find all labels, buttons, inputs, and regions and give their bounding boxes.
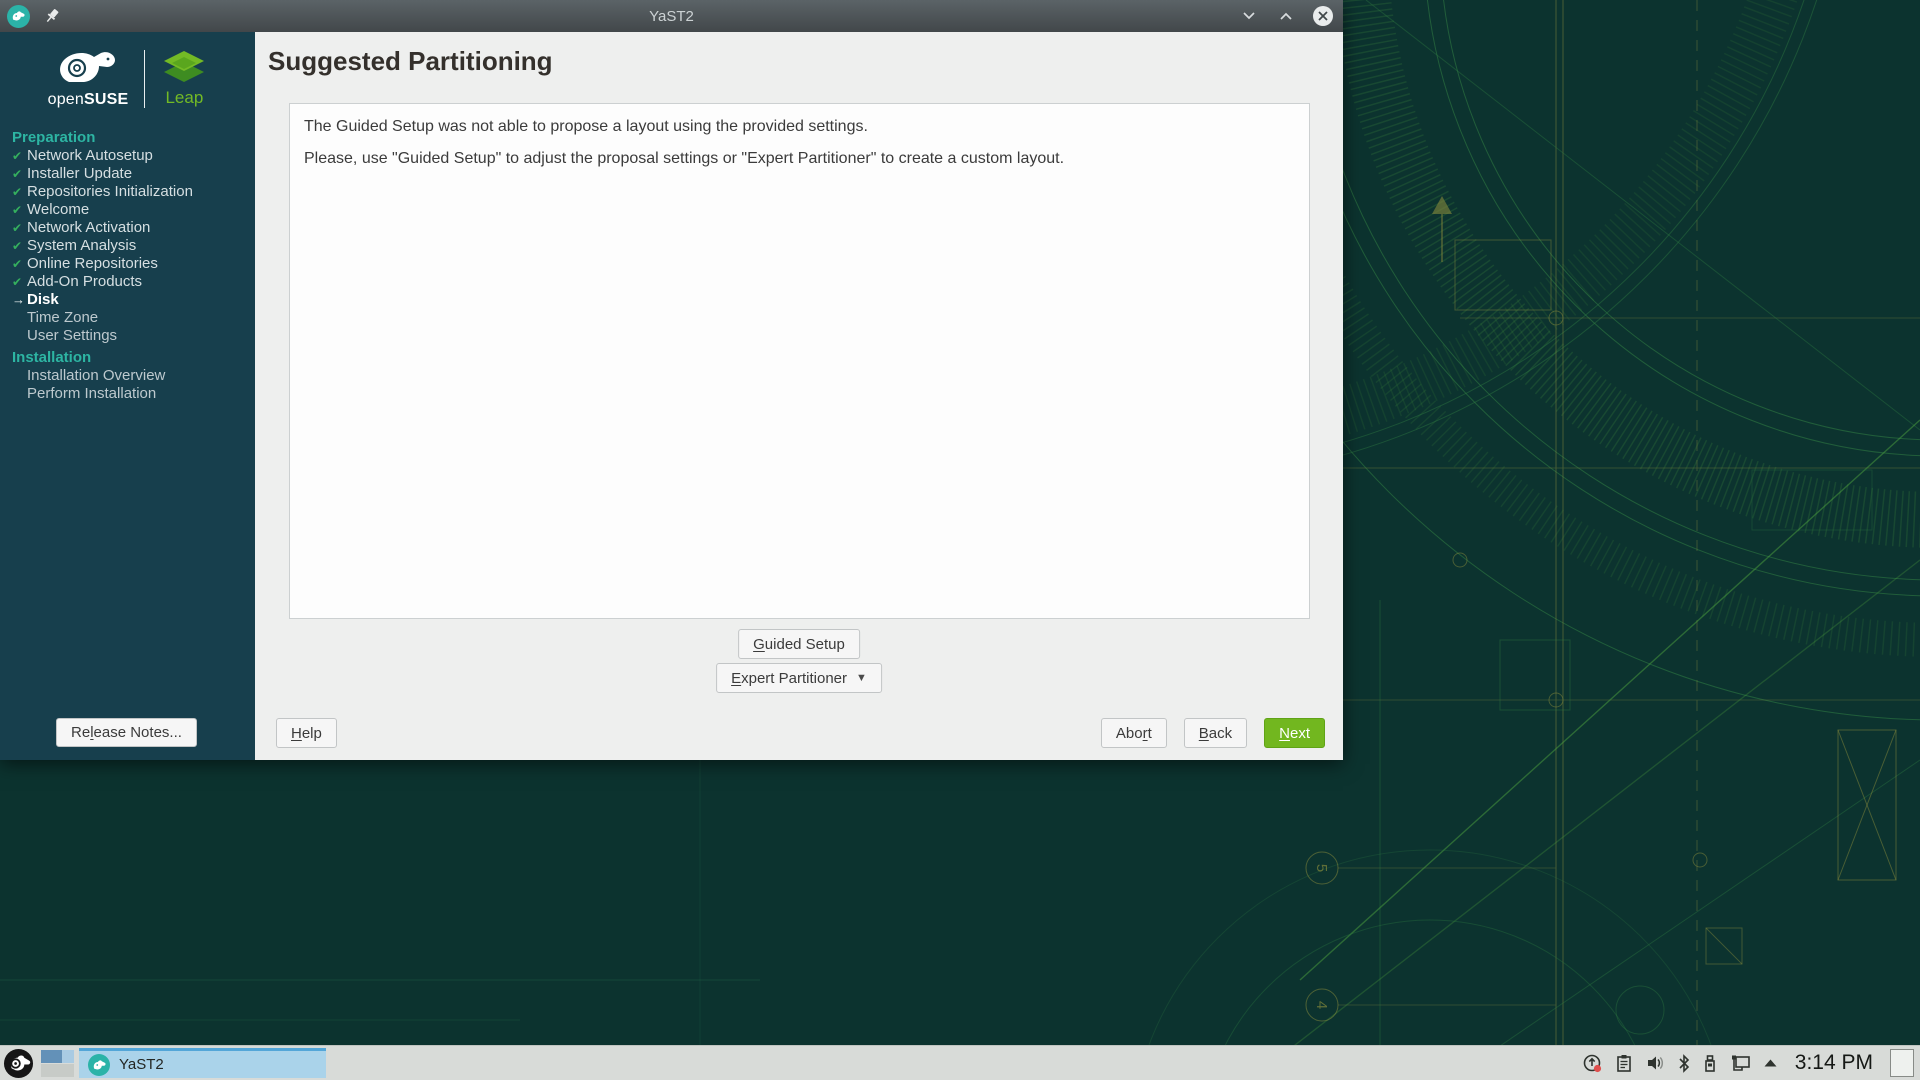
sidebar-step-label: Repositories Initialization — [27, 183, 193, 201]
sidebar-step: ✔Repositories Initialization — [12, 183, 249, 201]
sidebar-step: User Settings — [12, 327, 249, 345]
sidebar-step-label: Add-On Products — [27, 273, 142, 291]
leap-diamond-logo — [161, 49, 207, 85]
check-icon: ✔ — [12, 237, 27, 255]
sidebar-step: Time Zone — [12, 309, 249, 327]
titlebar: YaST2 — [0, 0, 1343, 32]
check-icon: ✔ — [12, 273, 27, 291]
pager-window-preview — [41, 1050, 62, 1063]
yast-task-icon — [88, 1054, 110, 1076]
sidebar-step: →Disk — [12, 291, 249, 309]
wallpaper-grid-marker: 4 — [1313, 1001, 1330, 1009]
expert-partitioner-button[interactable]: Expert Partitioner ▼ — [716, 663, 882, 693]
chevron-down-icon — [1242, 10, 1256, 22]
chevron-up-icon — [1279, 10, 1293, 22]
removable-device-icon[interactable] — [1702, 1053, 1718, 1074]
sidebar-section-title: Preparation — [12, 129, 249, 147]
message-line: Please, use "Guided Setup" to adjust the… — [304, 148, 1295, 170]
page-title: Suggested Partitioning — [268, 46, 553, 77]
message-box: The Guided Setup was not able to propose… — [289, 103, 1310, 619]
sidebar-step: ✔Add-On Products — [12, 273, 249, 291]
pager-desktop-2[interactable] — [41, 1064, 74, 1077]
help-button[interactable]: Help — [276, 718, 337, 748]
brand-area: openSUSE Leap — [0, 32, 255, 115]
bluetooth-icon[interactable] — [1677, 1053, 1691, 1074]
close-icon — [1312, 5, 1334, 27]
sidebar-step: Perform Installation — [12, 385, 249, 403]
guided-setup-button[interactable]: Guided Setup — [738, 629, 860, 659]
check-icon: ✔ — [12, 219, 27, 237]
wallpaper-grid-marker: 5 — [1313, 864, 1330, 872]
window-title: YaST2 — [0, 8, 1343, 25]
sidebar-step-label: Time Zone — [27, 309, 98, 327]
abort-button[interactable]: Abort — [1101, 718, 1167, 748]
sidebar-step-label: Network Activation — [27, 219, 150, 237]
sidebar-step-label: Network Autosetup — [27, 147, 153, 165]
leap-wordmark: Leap — [165, 88, 203, 108]
sidebar-step-label: Online Repositories — [27, 255, 158, 273]
window-menu-button[interactable] — [7, 5, 30, 28]
maximize-button[interactable] — [1275, 5, 1297, 27]
sidebar-step: Installation Overview — [12, 367, 249, 385]
sidebar-step: ✔Online Repositories — [12, 255, 249, 273]
opensuse-chameleon-logo — [55, 48, 121, 88]
sidebar-step-label: User Settings — [27, 327, 117, 345]
message-line: The Guided Setup was not able to propose… — [304, 116, 1295, 138]
sidebar-step-label: Perform Installation — [27, 385, 156, 403]
clipboard-icon[interactable] — [1614, 1053, 1634, 1074]
sidebar-steps: Preparation✔Network Autosetup✔Installer … — [0, 115, 255, 403]
close-button[interactable] — [1312, 5, 1334, 27]
next-button[interactable]: Next — [1264, 718, 1325, 748]
opensuse-wordmark: openSUSE — [48, 91, 129, 109]
updates-icon[interactable] — [1582, 1053, 1603, 1074]
show-desktop-button[interactable] — [1890, 1049, 1914, 1077]
virtual-desktop-pager[interactable] — [41, 1050, 74, 1077]
installer-sidebar: openSUSE Leap Preparation✔Network Autose… — [0, 32, 255, 760]
yast-app-icon — [11, 10, 26, 22]
check-icon: ✔ — [12, 183, 27, 201]
pager-desktop-1[interactable] — [41, 1050, 74, 1063]
taskbar-task-yast2[interactable]: YaST2 — [79, 1048, 326, 1078]
brand-divider — [144, 50, 145, 108]
taskbar: YaST2 — [0, 1045, 1920, 1080]
sidebar-step: ✔Network Activation — [12, 219, 249, 237]
sidebar-step-label: Installer Update — [27, 165, 132, 183]
sidebar-step: ✔System Analysis — [12, 237, 249, 255]
network-icon[interactable] — [1729, 1053, 1752, 1074]
sidebar-step-label: Welcome — [27, 201, 89, 219]
back-button[interactable]: Back — [1184, 718, 1247, 748]
dropdown-caret-icon: ▼ — [856, 672, 867, 684]
check-icon: ✔ — [12, 165, 27, 183]
sidebar-step: ✔Network Autosetup — [12, 147, 249, 165]
sidebar-step: ✔Installer Update — [12, 165, 249, 183]
sidebar-step-label: Disk — [27, 291, 59, 309]
expert-partitioner-label: Expert Partitioner — [731, 670, 847, 687]
sidebar-section-title: Installation — [12, 349, 249, 367]
volume-icon[interactable] — [1645, 1053, 1666, 1073]
current-step-arrow-icon: → — [12, 291, 27, 309]
system-tray: 3:14 PM — [1582, 1049, 1914, 1077]
sidebar-step: ✔Welcome — [12, 201, 249, 219]
expand-tray-caret-icon[interactable] — [1763, 1058, 1778, 1068]
wizard-nav-buttons: Abort Back Next — [1101, 718, 1325, 748]
check-icon: ✔ — [12, 201, 27, 219]
pin-icon[interactable] — [42, 6, 62, 26]
release-notes-button[interactable]: Release Notes... — [56, 718, 197, 747]
task-label: YaST2 — [119, 1056, 164, 1073]
main-pane: Suggested Partitioning The Guided Setup … — [255, 32, 1343, 760]
application-launcher-button[interactable] — [3, 1048, 34, 1079]
sidebar-step-label: System Analysis — [27, 237, 136, 255]
minimize-button[interactable] — [1238, 5, 1260, 27]
clock[interactable]: 3:14 PM — [1795, 1051, 1873, 1075]
yast2-window: YaST2 — [0, 0, 1343, 760]
check-icon: ✔ — [12, 147, 27, 165]
check-icon: ✔ — [12, 255, 27, 273]
sidebar-step-label: Installation Overview — [27, 367, 165, 385]
